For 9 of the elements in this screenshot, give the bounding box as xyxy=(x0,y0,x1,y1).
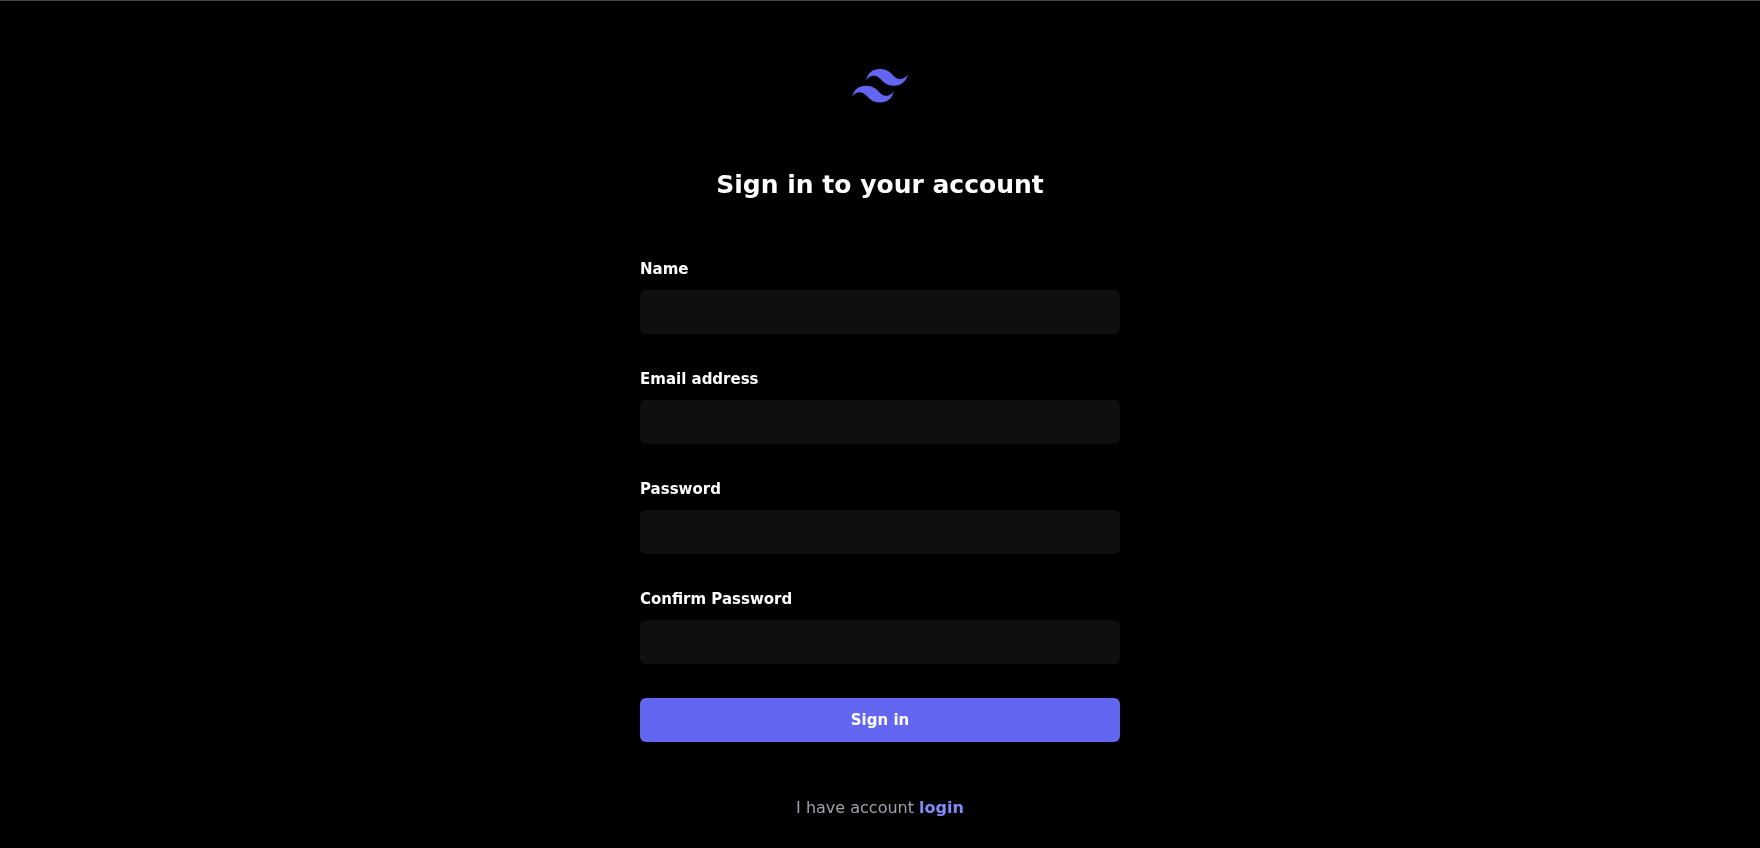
login-link[interactable]: login xyxy=(919,798,964,817)
field-label: Confirm Password xyxy=(640,589,793,610)
footer-text: I have account login xyxy=(796,797,964,819)
page-title: Sign in to your account xyxy=(716,169,1044,201)
sign-in-button[interactable]: Sign in xyxy=(640,698,1120,742)
field-label: Email address xyxy=(640,369,759,390)
field-label: Name xyxy=(640,259,689,280)
field-label: Password xyxy=(640,479,721,500)
logo-icon xyxy=(852,69,908,103)
